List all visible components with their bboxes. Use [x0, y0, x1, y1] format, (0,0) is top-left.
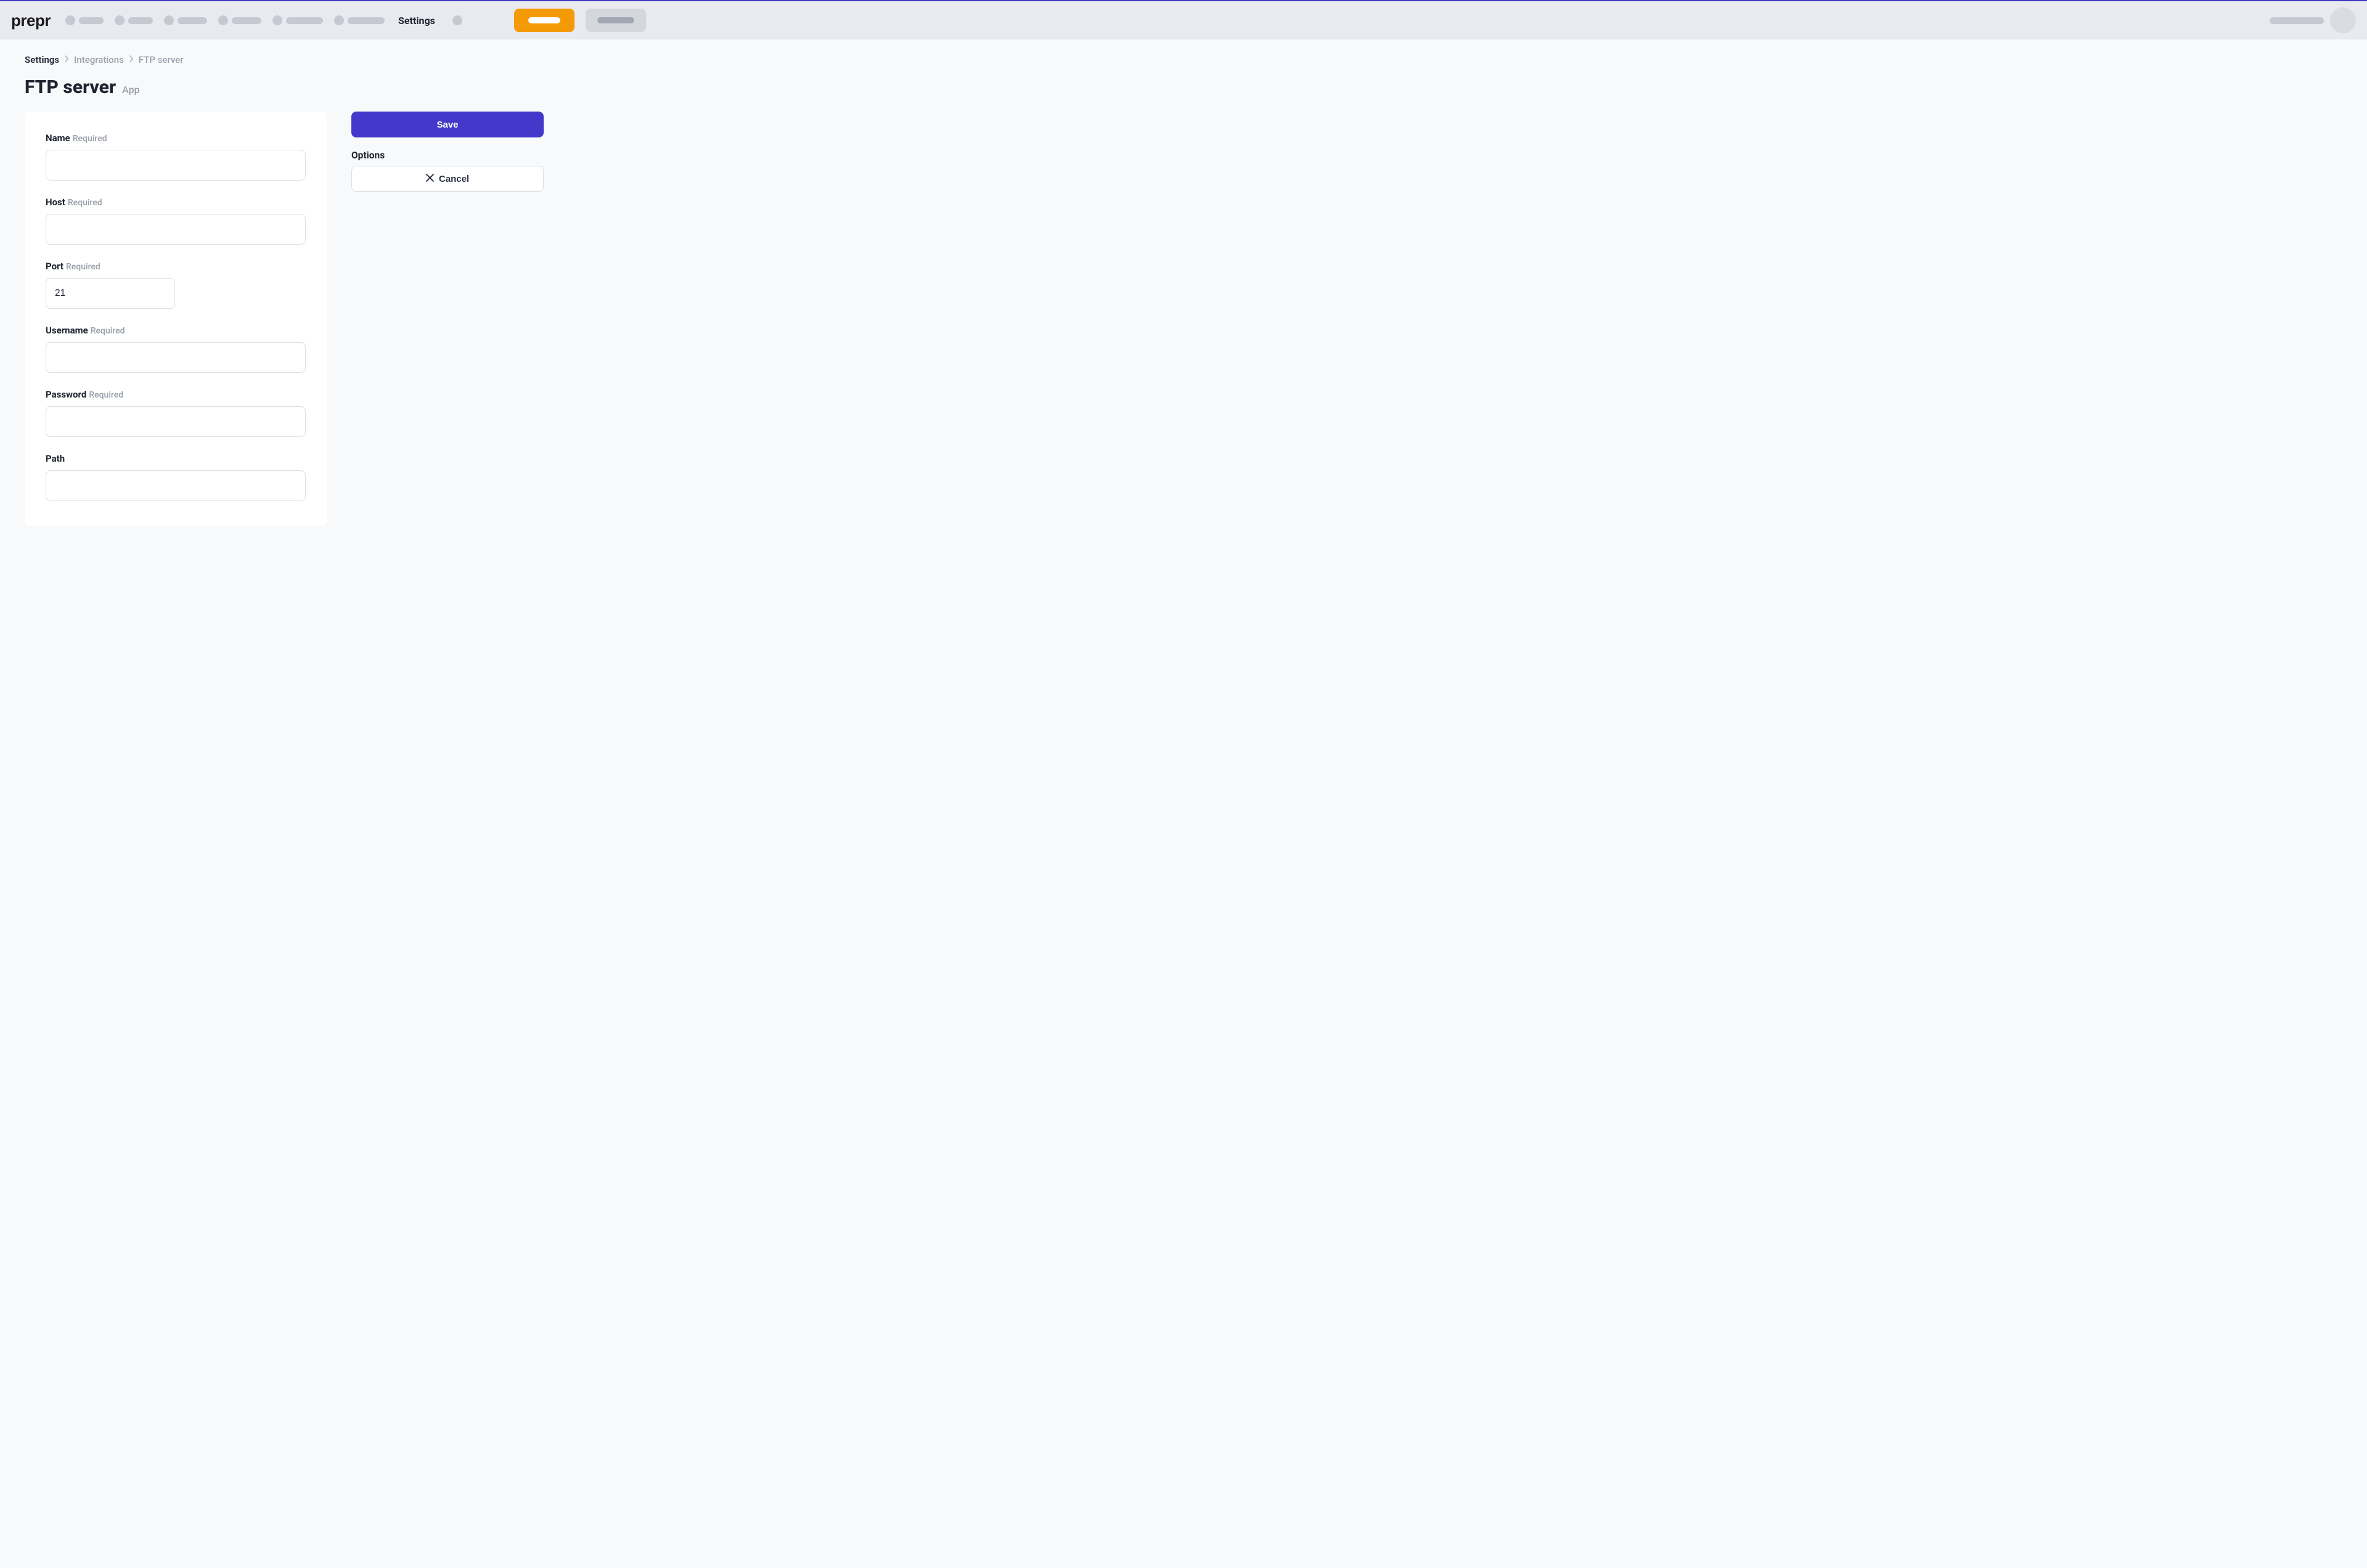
brand-logo[interactable]: prepr — [11, 11, 51, 30]
page-title-row: FTP server App — [25, 76, 2342, 98]
side-column: Save Options Cancel — [351, 112, 544, 192]
chevron-right-icon — [129, 55, 134, 65]
port-label: PortRequired — [46, 261, 306, 272]
username-input[interactable] — [46, 342, 306, 373]
path-input[interactable] — [46, 470, 306, 501]
page-body: Settings Integrations FTP server FTP ser… — [0, 39, 2367, 563]
save-button[interactable]: Save — [351, 112, 544, 137]
host-label: HostRequired — [46, 197, 306, 208]
nav-item-placeholder[interactable] — [115, 15, 153, 25]
password-input[interactable] — [46, 406, 306, 437]
app-header: prepr Settings — [0, 1, 2367, 39]
path-label: Path — [46, 453, 306, 464]
cancel-button[interactable]: Cancel — [351, 166, 544, 192]
username-label: UsernameRequired — [46, 325, 306, 336]
breadcrumb-root[interactable]: Settings — [25, 54, 59, 65]
close-icon — [426, 174, 434, 184]
avatar[interactable] — [2330, 7, 2356, 33]
options-heading: Options — [351, 150, 544, 161]
breadcrumb-leaf: FTP server — [139, 54, 184, 65]
chevron-right-icon — [64, 55, 69, 65]
placeholder-bar — [528, 17, 560, 23]
header-secondary-button[interactable] — [586, 9, 646, 32]
name-label: NameRequired — [46, 133, 306, 144]
header-primary-button[interactable] — [514, 9, 574, 32]
nav-item-placeholder[interactable] — [452, 15, 462, 25]
port-input[interactable] — [46, 278, 175, 309]
host-input[interactable] — [46, 214, 306, 245]
header-right-group — [2270, 7, 2356, 33]
placeholder-bar — [597, 17, 634, 23]
nav-settings[interactable]: Settings — [398, 15, 435, 27]
breadcrumb-mid[interactable]: Integrations — [74, 54, 124, 65]
nav-item-placeholder[interactable] — [65, 15, 104, 25]
nav-item-placeholder[interactable] — [164, 15, 207, 25]
form-card: NameRequired HostRequired PortRequired U… — [25, 112, 327, 526]
password-label: PasswordRequired — [46, 389, 306, 400]
nav-item-placeholder[interactable] — [334, 15, 385, 25]
placeholder-bar — [2270, 17, 2324, 24]
page-subtitle: App — [122, 84, 139, 96]
nav-item-placeholder[interactable] — [218, 15, 261, 25]
name-input[interactable] — [46, 150, 306, 181]
nav-item-placeholder[interactable] — [272, 15, 323, 25]
breadcrumb: Settings Integrations FTP server — [25, 54, 2342, 65]
page-title: FTP server — [25, 76, 116, 98]
